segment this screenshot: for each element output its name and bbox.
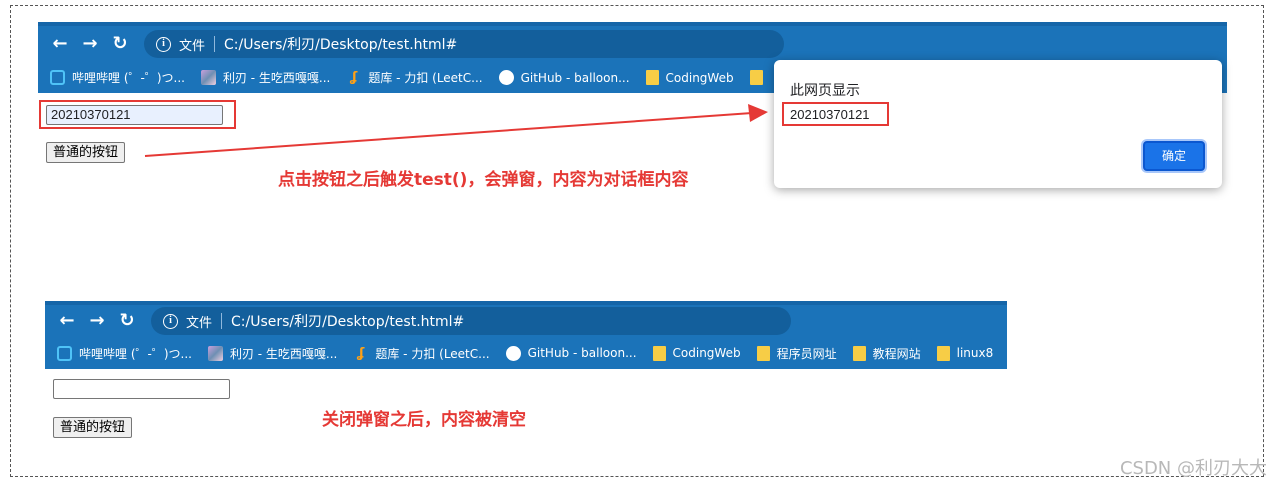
annotation-bottom: 关闭弹窗之后，内容被清空	[322, 410, 526, 430]
url-scheme: 文件	[186, 315, 213, 331]
bookmark-csdn-profile[interactable]: 利刃 - 生吃西嘎嘎...	[207, 345, 338, 362]
forward-icon[interactable]: →	[87, 311, 107, 331]
omnibox-divider	[221, 313, 223, 329]
watermark: CSDN @利刃大大	[1119, 458, 1267, 479]
folder-icon	[652, 345, 666, 361]
browser-window-bottom: ← → ↻ i 文件 C:/Users/利刃/Desktop/test.html…	[45, 301, 1007, 369]
info-icon[interactable]: i	[163, 313, 178, 329]
bookmark-label: 教程网站	[872, 346, 921, 361]
dialog-title: 此网页显示	[790, 83, 860, 99]
back-icon[interactable]: ←	[57, 311, 77, 331]
text-input[interactable]	[53, 379, 230, 399]
bookmark-label: 题库 - 力扣 (LeetC...	[375, 346, 490, 361]
bookmark-leetcode[interactable]: ʆ 题库 - 力扣 (LeetC...	[353, 345, 489, 362]
highlight-box-dialog-message	[782, 102, 889, 126]
omnibox[interactable]: i 文件 C:/Users/利刃/Desktop/test.html#	[151, 307, 791, 335]
github-icon	[505, 345, 521, 361]
bookmark-programmer-sites[interactable]: 程序员网址	[756, 345, 837, 362]
folder-icon	[756, 345, 770, 361]
annotation-top: 点击按钮之后触发test()，会弹窗，内容为对话框内容	[278, 170, 689, 190]
bookmark-label: 程序员网址	[776, 346, 837, 361]
bookmark-tutorial-sites[interactable]: 教程网站	[852, 345, 921, 362]
bookmark-codingweb[interactable]: CodingWeb	[652, 345, 741, 361]
bilibili-icon	[57, 345, 72, 361]
bookmark-label: CodingWeb	[672, 346, 741, 360]
leetcode-icon: ʆ	[357, 345, 365, 361]
address-bar: ← → ↻ i 文件 C:/Users/利刃/Desktop/test.html…	[45, 301, 1007, 337]
bookmark-label: 利刃 - 生吃西嘎嘎...	[229, 346, 338, 361]
bookmark-linux[interactable]: linux8	[936, 345, 994, 361]
bookmark-label: 哔哩哔哩 (゜-゜)つ...	[79, 346, 192, 361]
bookmark-label: linux8	[956, 346, 994, 360]
bookmark-github[interactable]: GitHub - balloon...	[505, 345, 637, 361]
normal-button[interactable]: 普通的按钮	[53, 417, 133, 438]
folder-icon	[936, 345, 950, 361]
reload-icon[interactable]: ↻	[117, 311, 137, 331]
bookmarks-bar: 哔哩哔哩 (゜-゜)つ... 利刃 - 生吃西嘎嘎... ʆ 题库 - 力扣 (L…	[45, 337, 1007, 369]
avatar-image-icon	[207, 345, 223, 361]
url-text[interactable]: C:/Users/利刃/Desktop/test.html#	[231, 311, 464, 331]
bookmark-bilibili[interactable]: 哔哩哔哩 (゜-゜)つ...	[57, 345, 192, 362]
ok-button[interactable]: 确定	[1143, 141, 1205, 171]
bookmark-label: GitHub - balloon...	[527, 346, 637, 360]
folder-icon	[852, 345, 866, 361]
